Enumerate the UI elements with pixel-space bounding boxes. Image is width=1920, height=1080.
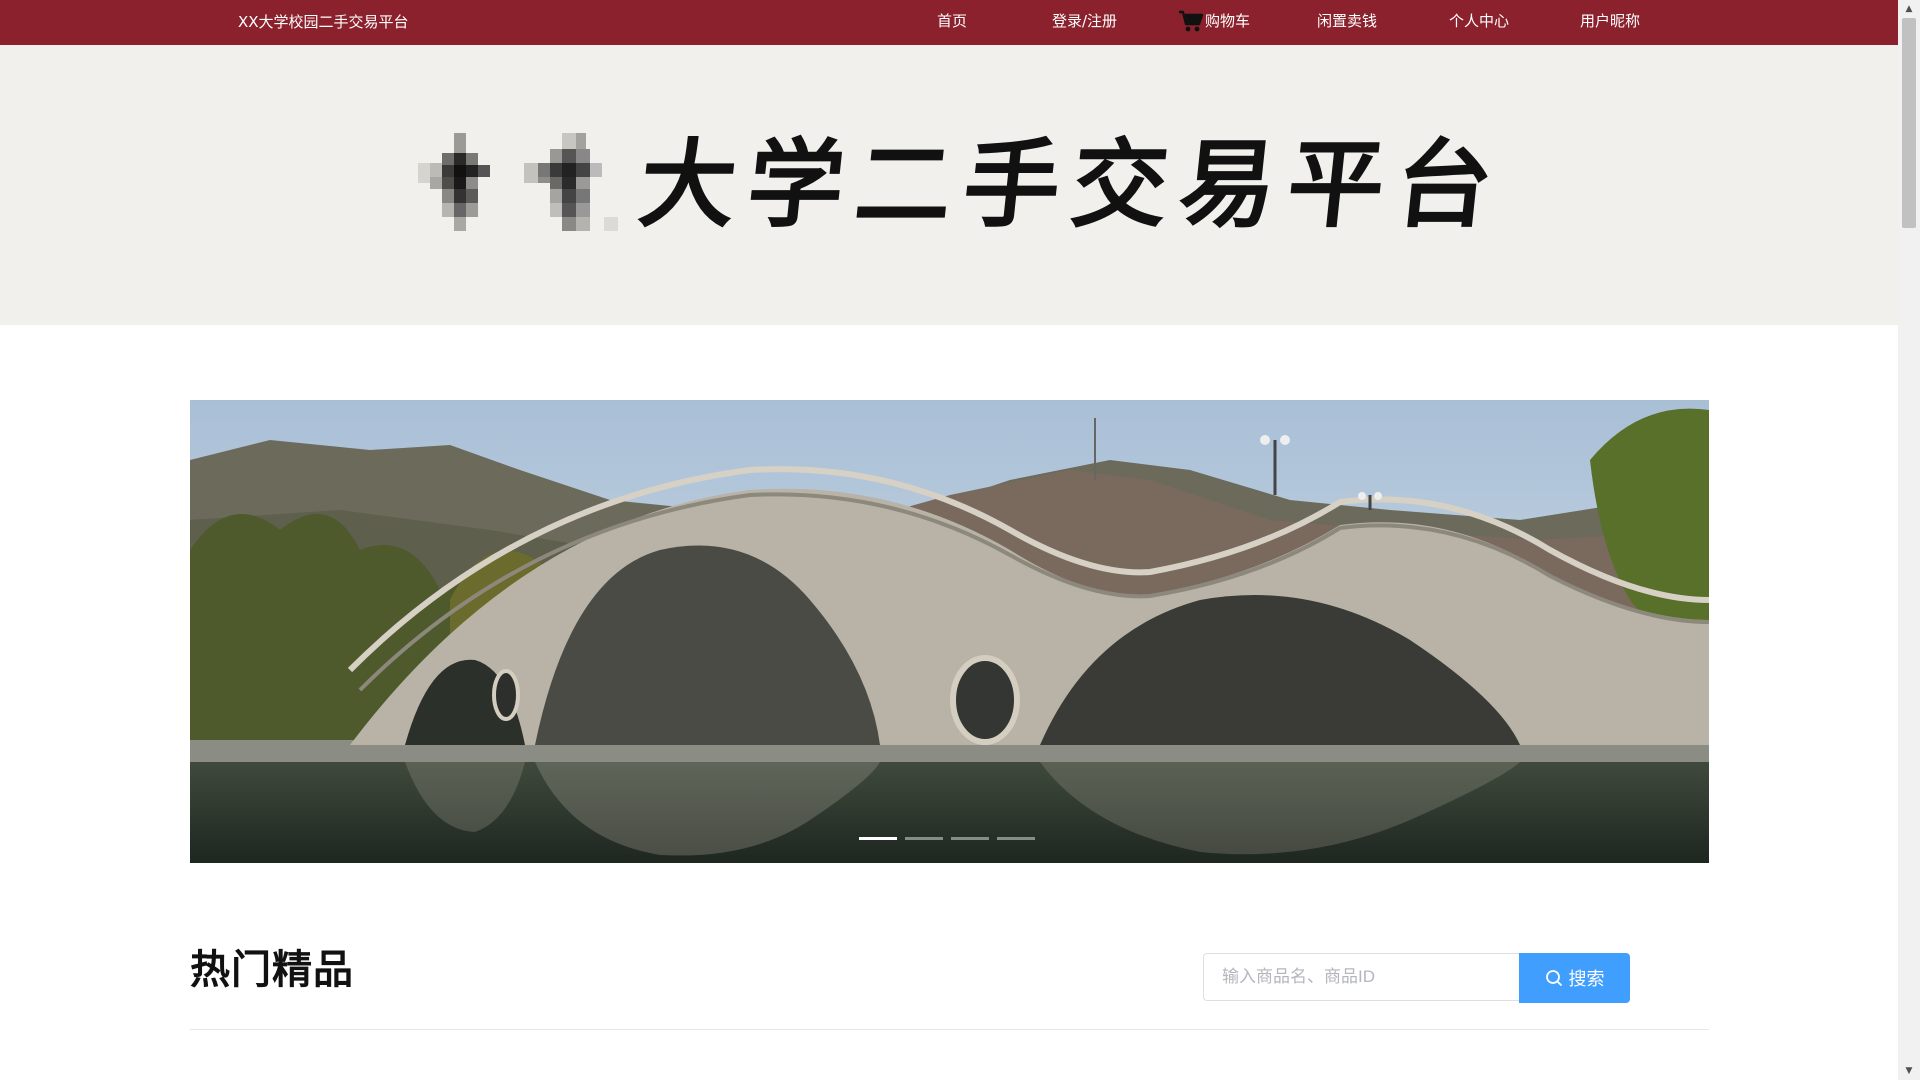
search-button-label: 搜索 — [1568, 969, 1605, 989]
search-button[interactable]: 搜索 — [1519, 953, 1630, 1003]
nav-label-cart: 购物车 — [1205, 12, 1251, 30]
nav-item-home[interactable]: 首页 — [937, 0, 967, 45]
carousel-indicator-4[interactable] — [997, 837, 1035, 840]
scroll-down-arrow-icon[interactable]: ▼ — [1898, 1062, 1920, 1080]
nav-label-sell-idle: 闲置卖钱 — [1317, 12, 1378, 30]
search-input[interactable] — [1203, 953, 1519, 1001]
image-carousel[interactable] — [190, 400, 1709, 863]
pixelated-logo — [418, 133, 618, 231]
bridge-photo — [190, 400, 1709, 863]
vertical-scrollbar[interactable]: ▲ ▼ — [1898, 0, 1920, 1080]
scroll-thumb[interactable] — [1902, 18, 1916, 228]
nav-label-user-nickname: 用户昵称 — [1580, 12, 1641, 30]
nav-label-home: 首页 — [937, 12, 968, 30]
nav-item-sell-idle[interactable]: 闲置卖钱 — [1317, 0, 1377, 45]
nav-item-cart[interactable]: 购物车 — [1178, 0, 1250, 45]
page: XX大学校园二手交易平台 首页 登录/注册 购物车 闲置卖钱 个人中心 用户昵称… — [0, 0, 1920, 1080]
carousel-indicator-2[interactable] — [905, 837, 943, 840]
section-title: 热门精品 — [190, 947, 354, 993]
nav-item-user-nickname[interactable]: 用户昵称 — [1580, 0, 1640, 45]
site-name[interactable]: XX大学校园二手交易平台 — [238, 0, 409, 45]
cart-icon — [1179, 10, 1204, 31]
header-banner: 大学二手交易平台 — [0, 45, 1898, 325]
section-divider — [190, 1029, 1709, 1030]
nav-item-login-register[interactable]: 登录/注册 — [1052, 0, 1117, 45]
carousel-indicator-3[interactable] — [951, 837, 989, 840]
carousel-indicator-1[interactable] — [859, 837, 897, 840]
search-icon — [1545, 970, 1562, 986]
banner-title: 大学二手交易平台 — [634, 128, 1510, 241]
nav-label-personal-center: 个人中心 — [1449, 12, 1510, 30]
nav-item-personal-center[interactable]: 个人中心 — [1449, 0, 1509, 45]
scroll-up-arrow-icon[interactable]: ▲ — [1898, 0, 1920, 18]
top-nav-bar: XX大学校园二手交易平台 首页 登录/注册 购物车 闲置卖钱 个人中心 用户昵称 — [0, 0, 1898, 45]
nav-label-login-register: 登录/注册 — [1052, 12, 1118, 30]
